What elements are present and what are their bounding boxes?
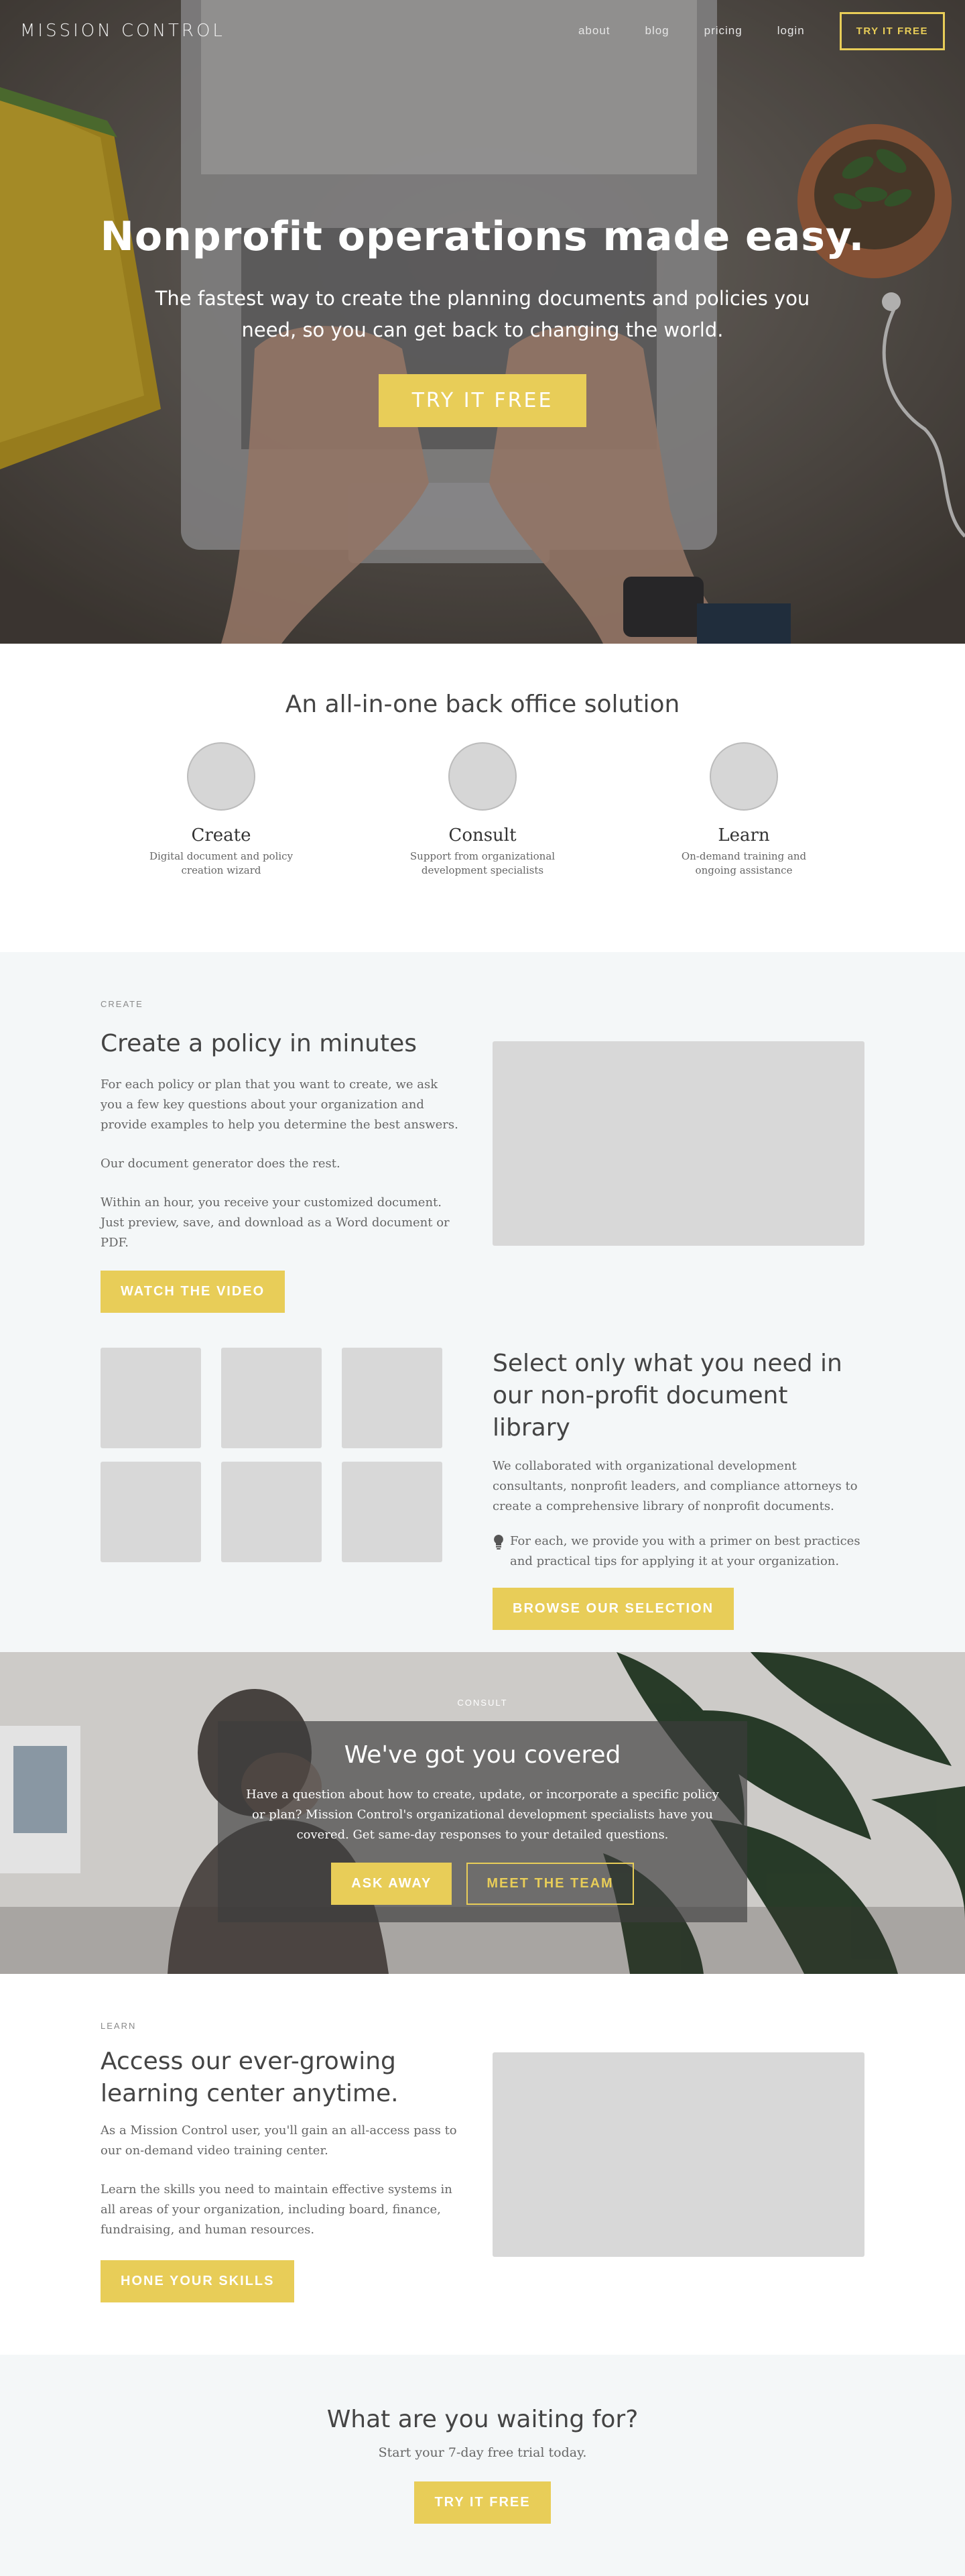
top-nav: MISSION CONTROL about blog pricing login… bbox=[0, 0, 965, 62]
library-title: Select only what you need in our non-pro… bbox=[493, 1350, 842, 1442]
hone-skills-button[interactable]: HONE YOUR SKILLS bbox=[101, 2260, 295, 2302]
final-title: What are you waiting for? bbox=[326, 2406, 639, 2433]
video-thumbnail[interactable] bbox=[493, 1041, 864, 1246]
feature-title: Consult bbox=[448, 825, 517, 845]
lightbulb-icon bbox=[493, 1534, 510, 1572]
features-heading: An all-in-one back office solution bbox=[285, 691, 680, 718]
library-tip-text: For each, we provide you with a primer o… bbox=[510, 1534, 860, 1568]
final-cta-section: What are you waiting for? Start your 7-d… bbox=[0, 2355, 965, 2576]
document-thumbnail[interactable] bbox=[221, 1348, 322, 1448]
learn-paragraph-2: Learn the skills you need to maintain ef… bbox=[101, 2182, 452, 2237]
feature-title: Learn bbox=[718, 825, 770, 845]
library-grid-column bbox=[101, 1348, 462, 1630]
final-subtitle: Start your 7-day free trial today. bbox=[378, 2445, 587, 2460]
consult-buttons: ASK AWAY MEET THE TEAM bbox=[218, 1863, 747, 1905]
hero-section: MISSION CONTROL about blog pricing login… bbox=[0, 0, 965, 644]
learn-paragraph-1: As a Mission Control user, you'll gain a… bbox=[101, 2123, 457, 2158]
consult-panel: We've got you covered Have a question ab… bbox=[218, 1721, 747, 1922]
feature-description: On-demand training and ongoing assistanc… bbox=[681, 850, 807, 876]
feature-learn: Learn On-demand training and ongoing ass… bbox=[613, 742, 875, 878]
nav-link-pricing[interactable]: pricing bbox=[704, 24, 743, 38]
browse-selection-button[interactable]: BROWSE OUR SELECTION bbox=[493, 1588, 734, 1630]
learn-text-column: Access our ever-growing learning center … bbox=[101, 2046, 462, 2302]
document-thumbnail-grid bbox=[101, 1348, 462, 1562]
feature-create: Create Digital document and policy creat… bbox=[90, 742, 352, 878]
consult-section: CONSULT We've got you covered Have a que… bbox=[0, 1652, 965, 1974]
feature-row: Create Digital document and policy creat… bbox=[0, 742, 965, 878]
library-text-column: Select only what you need in our non-pro… bbox=[493, 1348, 864, 1630]
feature-consult: Consult Support from organizational deve… bbox=[352, 742, 613, 878]
final-try-free-button[interactable]: TRY IT FREE bbox=[414, 2481, 551, 2524]
watch-video-button[interactable]: WATCH THE VIDEO bbox=[101, 1271, 285, 1313]
nav-link-blog[interactable]: blog bbox=[645, 24, 669, 38]
document-thumbnail[interactable] bbox=[101, 1348, 201, 1448]
consult-text: Have a question about how to create, upd… bbox=[246, 1788, 719, 1842]
consult-eyebrow: CONSULT bbox=[457, 1698, 508, 1708]
brand-logo[interactable]: MISSION CONTROL bbox=[20, 21, 225, 41]
feature-description: Support from organizational development … bbox=[409, 850, 556, 876]
library-tip: For each, we provide you with a primer o… bbox=[493, 1531, 864, 1572]
features-section: An all-in-one back office solution Creat… bbox=[0, 644, 965, 952]
hero-title: Nonprofit operations made easy. bbox=[100, 213, 865, 260]
nav-link-about[interactable]: about bbox=[578, 24, 610, 38]
hero-subtitle: The fastest way to create the planning d… bbox=[155, 287, 810, 341]
consult-icon bbox=[448, 742, 517, 811]
hero-try-free-button[interactable]: TRY IT FREE bbox=[378, 374, 587, 427]
create-eyebrow: CREATE bbox=[101, 999, 143, 1009]
learn-section: LEARN Access our ever-growing learning c… bbox=[0, 1974, 965, 2355]
meet-the-team-button[interactable]: MEET THE TEAM bbox=[466, 1863, 634, 1905]
learn-title: Access our ever-growing learning center … bbox=[101, 2048, 399, 2107]
learning-center-thumbnail[interactable] bbox=[493, 2052, 864, 2257]
nav-links: about blog pricing login TRY IT FREE bbox=[543, 11, 945, 50]
learn-row: Access our ever-growing learning center … bbox=[101, 2046, 864, 2302]
library-row: Select only what you need in our non-pro… bbox=[101, 1348, 864, 1630]
create-row: Create a policy in minutes For each poli… bbox=[101, 1028, 864, 1313]
document-thumbnail[interactable] bbox=[101, 1462, 201, 1562]
create-paragraph-1: For each policy or plan that you want to… bbox=[101, 1077, 458, 1132]
learn-icon bbox=[710, 742, 778, 811]
feature-description: Digital document and policy creation wiz… bbox=[149, 850, 294, 876]
feature-title: Create bbox=[191, 825, 251, 845]
create-section: CREATE Create a policy in minutes For ea… bbox=[0, 952, 965, 1652]
create-text-column: Create a policy in minutes For each poli… bbox=[101, 1028, 462, 1313]
document-thumbnail[interactable] bbox=[342, 1348, 442, 1448]
consult-content: CONSULT We've got you covered Have a que… bbox=[0, 1698, 965, 1922]
create-media-column bbox=[493, 1028, 864, 1313]
document-thumbnail[interactable] bbox=[342, 1462, 442, 1562]
library-paragraph: We collaborated with organizational deve… bbox=[493, 1459, 858, 1513]
create-paragraph-2: Our document generator does the rest. bbox=[101, 1157, 340, 1171]
consult-title: We've got you covered bbox=[344, 1741, 621, 1769]
nav-try-free-button[interactable]: TRY IT FREE bbox=[839, 11, 945, 50]
learn-media-column bbox=[493, 2046, 864, 2302]
create-icon bbox=[187, 742, 255, 811]
hero-content: Nonprofit operations made easy. The fast… bbox=[0, 213, 965, 427]
ask-away-button[interactable]: ASK AWAY bbox=[331, 1863, 452, 1905]
create-title: Create a policy in minutes bbox=[101, 1030, 417, 1057]
document-thumbnail[interactable] bbox=[221, 1462, 322, 1562]
create-paragraph-3: Within an hour, you receive your customi… bbox=[101, 1195, 450, 1250]
learn-eyebrow: LEARN bbox=[101, 2021, 137, 2031]
nav-link-login[interactable]: login bbox=[777, 24, 805, 38]
